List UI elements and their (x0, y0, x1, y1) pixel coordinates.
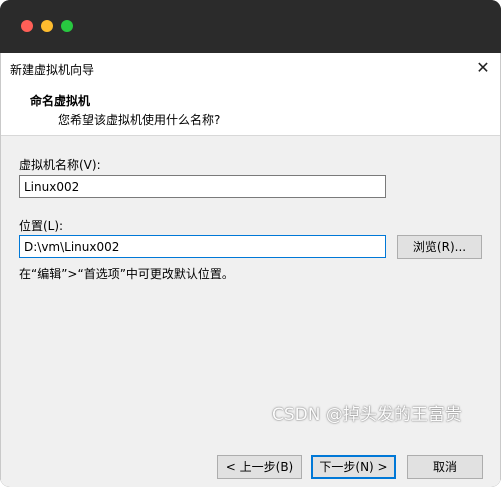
mac-titlebar (0, 0, 501, 53)
dialog-titlebar: 新建虚拟机向导 ✕ (1, 53, 500, 83)
dialog-title: 新建虚拟机向导 (10, 63, 95, 77)
default-location-hint: 在“编辑”>“首选项”中可更改默认位置。 (19, 267, 234, 281)
next-button[interactable]: 下一步(N) > (311, 455, 396, 479)
vm-name-label: 虚拟机名称(V): (19, 158, 101, 172)
zoom-traffic-light[interactable] (61, 20, 73, 32)
browse-button[interactable]: 浏览(R)... (397, 235, 482, 259)
minimize-traffic-light[interactable] (41, 20, 53, 32)
vm-name-input[interactable] (19, 175, 386, 198)
close-traffic-light[interactable] (21, 20, 33, 32)
location-input[interactable] (19, 235, 386, 258)
mac-window: 新建虚拟机向导 ✕ 命名虚拟机 您希望该虚拟机使用什么名称? 虚拟机名称(V):… (0, 0, 501, 487)
back-button[interactable]: < 上一步(B) (217, 455, 302, 479)
cancel-button[interactable]: 取消 (407, 455, 483, 479)
new-vm-wizard-dialog: 新建虚拟机向导 ✕ 命名虚拟机 您希望该虚拟机使用什么名称? 虚拟机名称(V):… (0, 53, 501, 487)
location-label: 位置(L): (19, 219, 64, 233)
wizard-header: 命名虚拟机 您希望该虚拟机使用什么名称? (1, 83, 500, 136)
wizard-step-subtitle: 您希望该虚拟机使用什么名称? (58, 113, 221, 127)
wizard-step-title: 命名虚拟机 (30, 94, 91, 108)
close-icon[interactable]: ✕ (472, 57, 494, 79)
